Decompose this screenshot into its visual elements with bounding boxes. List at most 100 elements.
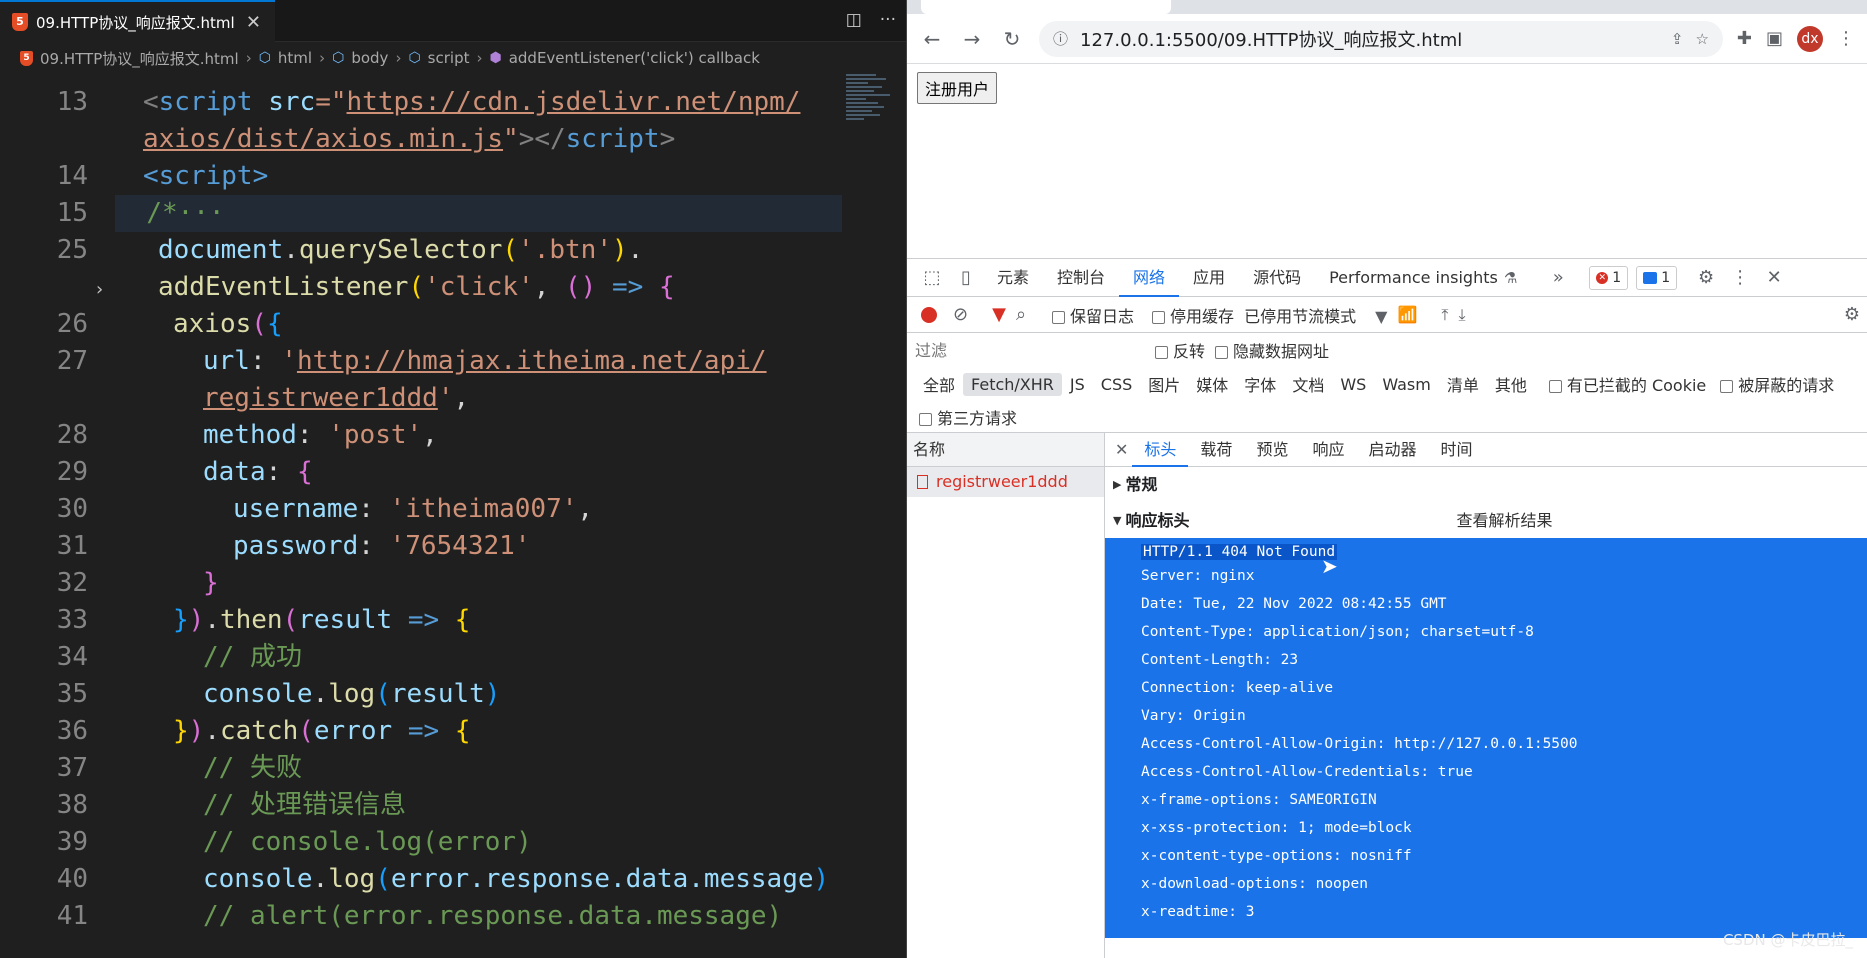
type-manifest[interactable]: 清单: [1439, 370, 1487, 398]
extensions-icon[interactable]: ✚: [1737, 28, 1752, 49]
browser-tab-strip: [907, 0, 1867, 14]
header-line: Content-Type: application/json; charset=…: [1141, 624, 1534, 640]
split-editor-icon[interactable]: ◫: [846, 10, 862, 30]
type-fetch-xhr[interactable]: Fetch/XHR: [963, 372, 1062, 396]
gear-icon[interactable]: ⚙: [1844, 304, 1860, 325]
code-area[interactable]: 13 14 15 25 26 27 28 29 30 31 32 33 34 3…: [0, 74, 906, 958]
address-text: 127.0.0.1:5500/09.HTTP协议_响应报文.html: [1080, 29, 1463, 51]
blocked-requests-checkbox[interactable]: 被屏蔽的请求: [1720, 372, 1834, 396]
tab-preview[interactable]: 预览: [1244, 433, 1300, 467]
reload-icon[interactable]: ↻: [999, 27, 1025, 51]
upload-icon[interactable]: ⤒: [1441, 305, 1448, 325]
third-party-checkbox[interactable]: 第三方请求: [919, 405, 1017, 429]
request-list: 名称 registrweer1ddd: [907, 433, 1105, 958]
header-line: x-frame-options: SAMEORIGIN: [1141, 792, 1377, 808]
type-js[interactable]: JS: [1062, 373, 1093, 396]
code-line: method: 'post',: [203, 420, 438, 450]
address-bar[interactable]: ⓘ 127.0.0.1:5500/09.HTTP协议_响应报文.html ⇪ ☆: [1039, 20, 1723, 57]
line-number: [0, 380, 88, 417]
general-section-header[interactable]: ▶ 常规: [1105, 467, 1867, 503]
network-toolbar: ⊘ ▼ ⌕ 保留日志 停用缓存 已停用节流模式 ▼ 📶 ⤒ ⤓ ⚙: [907, 297, 1867, 333]
editor-tab[interactable]: 5 09.HTTP协议_响应报文.html ✕: [0, 0, 275, 42]
tab-performance-insights[interactable]: Performance insights: [1315, 259, 1512, 297]
tab-application[interactable]: 应用: [1179, 259, 1239, 297]
type-font[interactable]: 字体: [1236, 370, 1284, 398]
type-wasm[interactable]: Wasm: [1374, 373, 1439, 396]
hide-data-urls-checkbox[interactable]: 隐藏数据网址: [1215, 338, 1329, 362]
document-icon: [917, 475, 928, 489]
raw-response-headers[interactable]: HTTP/1.1 404 Not Found ➤ Server: nginx D…: [1105, 538, 1867, 938]
type-all[interactable]: 全部: [915, 370, 963, 398]
tab-elements[interactable]: 元素: [983, 259, 1043, 297]
breadcrumb-file[interactable]: 09.HTTP协议_响应报文.html: [40, 48, 239, 69]
preserve-log-checkbox[interactable]: 保留日志: [1052, 303, 1134, 327]
line-number: 26: [56, 309, 88, 339]
type-ws[interactable]: WS: [1332, 373, 1374, 396]
tab-response[interactable]: 响应: [1300, 433, 1356, 467]
side-panel-icon[interactable]: ▣: [1766, 28, 1783, 49]
more-tabs-icon[interactable]: »: [1541, 267, 1575, 288]
type-media[interactable]: 媒体: [1188, 370, 1236, 398]
throttle-select[interactable]: 已停用节流模式 ▼: [1244, 303, 1387, 327]
line-number: [0, 269, 88, 306]
caret-right-icon: ▶: [1113, 478, 1122, 491]
avatar[interactable]: dx: [1797, 25, 1823, 52]
header-line: x-readtime: 3: [1141, 904, 1255, 920]
disable-cache-checkbox[interactable]: 停用缓存: [1152, 303, 1234, 327]
tab-payload[interactable]: 载荷: [1188, 433, 1244, 467]
device-toolbar-icon[interactable]: ▯: [949, 267, 983, 288]
request-details: ✕ 标头 载荷 预览 响应 启动器 时间 ▶ 常规 ▼ 响应标头 查看解析结果 HTT…: [1105, 433, 1867, 958]
record-icon[interactable]: [921, 306, 937, 323]
info-icon[interactable]: ⓘ: [1053, 28, 1068, 49]
tab-network[interactable]: 网络: [1119, 259, 1180, 297]
code-line: }).then(result => {: [173, 605, 471, 635]
star-icon[interactable]: ☆: [1695, 30, 1708, 48]
code-line: }: [203, 568, 219, 598]
view-parsed-link[interactable]: 查看解析结果: [1456, 503, 1552, 539]
tab-timing[interactable]: 时间: [1428, 433, 1484, 467]
forward-arrow-icon[interactable]: →: [959, 27, 985, 51]
inspect-icon[interactable]: ⬚: [915, 267, 949, 288]
search-icon[interactable]: ⌕: [1016, 304, 1026, 325]
type-doc[interactable]: 文档: [1284, 370, 1332, 398]
message-badge[interactable]: 1: [1636, 265, 1678, 290]
line-number: 39: [56, 827, 88, 857]
filter-icon[interactable]: ▼: [992, 304, 1006, 325]
name-column-header[interactable]: 名称: [907, 433, 1104, 467]
browser-tab[interactable]: [921, 0, 1171, 14]
breadcrumb-html[interactable]: html: [278, 49, 312, 67]
close-icon[interactable]: ✕: [246, 12, 261, 33]
error-badge[interactable]: ✕ 1: [1589, 265, 1629, 290]
clear-icon[interactable]: ⊘: [953, 304, 968, 325]
type-css[interactable]: CSS: [1093, 373, 1140, 396]
tab-headers[interactable]: 标头: [1132, 433, 1189, 467]
share-icon[interactable]: ⇪: [1671, 30, 1684, 48]
fold-chevron-icon[interactable]: ›: [94, 279, 105, 300]
type-other[interactable]: 其他: [1487, 370, 1535, 398]
back-arrow-icon[interactable]: ←: [919, 27, 945, 51]
more-vertical-icon[interactable]: ⋮: [1723, 267, 1757, 288]
blocked-cookies-checkbox[interactable]: 有已拦截的 Cookie: [1548, 372, 1706, 396]
request-row[interactable]: registrweer1ddd: [907, 467, 1104, 497]
breadcrumb-script[interactable]: script: [428, 49, 470, 67]
gear-icon[interactable]: ⚙: [1689, 267, 1723, 288]
tab-sources[interactable]: 源代码: [1239, 259, 1315, 297]
register-button[interactable]: 注册用户: [917, 72, 998, 104]
tab-initiator[interactable]: 启动器: [1356, 433, 1428, 467]
network-conditions-icon[interactable]: 📶: [1397, 305, 1417, 324]
breadcrumb-callback[interactable]: addEventListener('click') callback: [509, 49, 760, 67]
more-vertical-icon[interactable]: ⋮: [1837, 28, 1855, 49]
tab-console[interactable]: 控制台: [1043, 259, 1119, 297]
breadcrumb-body[interactable]: body: [351, 49, 388, 67]
close-icon[interactable]: ✕: [1757, 267, 1791, 288]
html5-icon: 5: [12, 13, 28, 31]
filter-input[interactable]: [915, 338, 1137, 362]
invert-checkbox[interactable]: 反转: [1155, 338, 1205, 362]
more-actions-icon[interactable]: ···: [880, 10, 896, 30]
type-img[interactable]: 图片: [1140, 370, 1188, 398]
close-icon[interactable]: ✕: [1115, 440, 1128, 459]
header-line: Access-Control-Allow-Origin: http://127.…: [1141, 736, 1578, 752]
download-icon[interactable]: ⤓: [1458, 305, 1465, 325]
response-headers-section-header[interactable]: ▼ 响应标头 查看解析结果: [1105, 503, 1867, 539]
minimap[interactable]: [846, 72, 896, 162]
